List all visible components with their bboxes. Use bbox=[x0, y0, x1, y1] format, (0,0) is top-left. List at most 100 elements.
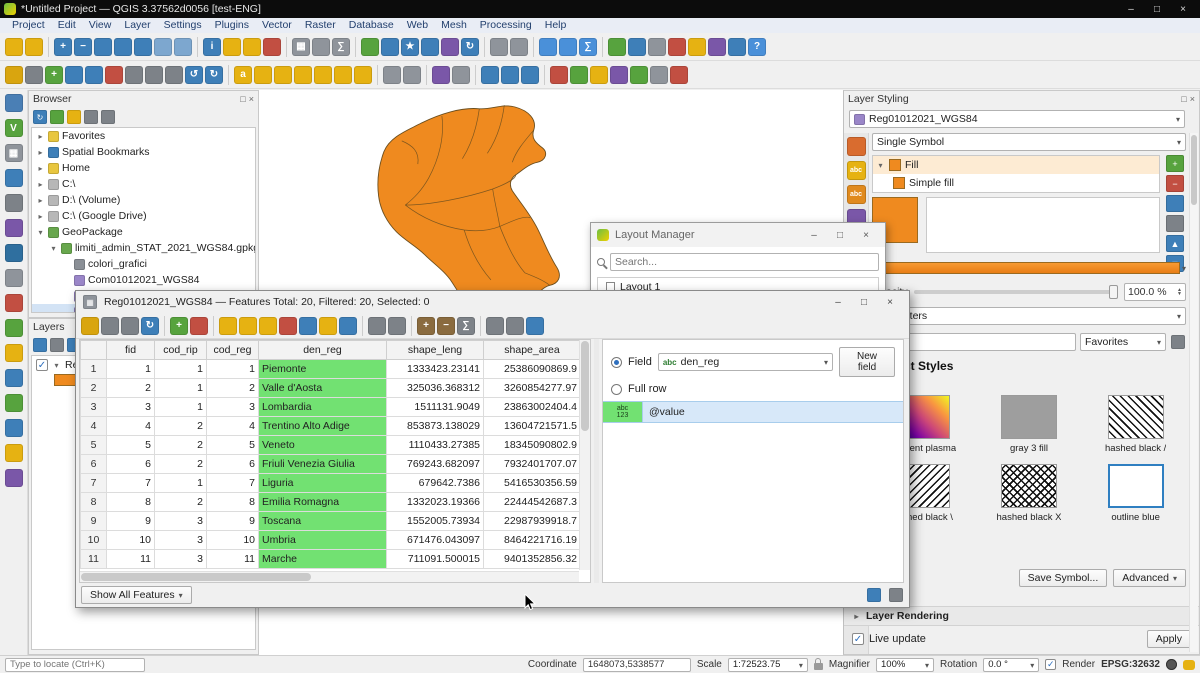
move-symbol-up-icon[interactable]: ▲ bbox=[1166, 235, 1184, 252]
add-feature-icon[interactable]: + bbox=[45, 66, 63, 84]
pan-map-icon[interactable] bbox=[5, 38, 23, 56]
crs-indicator[interactable]: EPSG:32632 bbox=[1101, 659, 1160, 670]
menu-plugins[interactable]: Plugins bbox=[209, 18, 255, 33]
column-header-cod-reg[interactable]: cod_reg bbox=[207, 341, 259, 360]
lock-symbol-color-icon[interactable] bbox=[1166, 215, 1184, 232]
plugin-manager-icon[interactable] bbox=[608, 38, 626, 56]
move-label-icon[interactable] bbox=[314, 66, 332, 84]
style-options-icon[interactable] bbox=[1171, 335, 1185, 349]
field-select[interactable]: abc den_reg bbox=[658, 353, 833, 371]
close-button-icon[interactable]: × bbox=[853, 226, 879, 244]
tracing-toggle-icon[interactable] bbox=[570, 66, 588, 84]
minimize-button-icon[interactable]: – bbox=[825, 293, 851, 311]
row-number[interactable]: 2 bbox=[81, 379, 107, 398]
save-symbol-button[interactable]: Save Symbol... bbox=[1019, 569, 1108, 587]
add-spatialite-layer-icon[interactable] bbox=[5, 219, 23, 237]
styling-scrollbar[interactable] bbox=[1189, 133, 1198, 652]
zoom-last-icon[interactable] bbox=[154, 38, 172, 56]
table-row[interactable]: 1111311Marche711091.5000159401352856.32 bbox=[81, 550, 581, 569]
add-selected-layers-icon[interactable] bbox=[50, 110, 64, 124]
browser-item-geopackage[interactable]: ▾GeoPackage bbox=[32, 224, 255, 240]
scrollbar-thumb[interactable] bbox=[581, 341, 589, 431]
live-update-checkbox[interactable]: ✓ bbox=[852, 633, 864, 645]
color-bar[interactable] bbox=[878, 262, 1180, 274]
select-all-icon[interactable] bbox=[239, 317, 257, 335]
python-console-icon[interactable] bbox=[628, 38, 646, 56]
menu-processing[interactable]: Processing bbox=[474, 18, 538, 33]
column-header-shape-leng[interactable]: shape_leng bbox=[387, 341, 484, 360]
scale-select[interactable]: 1:72523.75 bbox=[728, 658, 808, 672]
regions-polygon[interactable] bbox=[378, 106, 559, 315]
help-contents-icon[interactable]: ? bbox=[748, 38, 766, 56]
raster-calculator-icon[interactable] bbox=[650, 66, 668, 84]
deselect-all-icon[interactable] bbox=[279, 317, 297, 335]
browser-item-home[interactable]: ▸Home bbox=[32, 160, 255, 176]
add-virtual-layer-icon[interactable] bbox=[5, 319, 23, 337]
menu-settings[interactable]: Settings bbox=[158, 18, 208, 33]
check-geometries-icon[interactable] bbox=[590, 66, 608, 84]
field-radio[interactable] bbox=[611, 357, 622, 368]
select-by-expression-icon[interactable] bbox=[219, 317, 237, 335]
style-filter-select[interactable]: Favorites bbox=[1080, 333, 1166, 351]
splitter-handle[interactable] bbox=[594, 339, 599, 583]
maximize-button-icon[interactable]: □ bbox=[827, 226, 853, 244]
layer-rendering-section[interactable]: ▸ Layer Rendering bbox=[844, 606, 1199, 626]
table-row[interactable]: 6626Friuli Venezia Giulia769243.68209779… bbox=[81, 455, 581, 474]
reload-table-icon[interactable]: ↻ bbox=[141, 317, 159, 335]
zoom-to-selection-icon[interactable] bbox=[114, 38, 132, 56]
expander-icon[interactable]: ▸ bbox=[36, 148, 45, 157]
add-vector-layer-icon[interactable]: V bbox=[5, 119, 23, 137]
delete-selected-icon[interactable] bbox=[105, 66, 123, 84]
close-button-icon[interactable]: × bbox=[1170, 0, 1196, 18]
opacity-slider-handle[interactable] bbox=[1109, 285, 1118, 299]
filter-browser-icon[interactable] bbox=[67, 110, 81, 124]
browser-item-c-google-drive[interactable]: ▸C:\ (Google Drive) bbox=[32, 208, 255, 224]
labels-tab-icon[interactable]: abc bbox=[847, 161, 866, 180]
processing-toolbox-icon[interactable] bbox=[559, 38, 577, 56]
messages-icon[interactable] bbox=[1183, 660, 1195, 670]
caret-down-icon[interactable] bbox=[1182, 262, 1186, 274]
row-number[interactable]: 7 bbox=[81, 474, 107, 493]
renderer-select[interactable]: Single Symbol bbox=[872, 133, 1186, 151]
menu-view[interactable]: View bbox=[83, 18, 118, 33]
row-number[interactable]: 9 bbox=[81, 512, 107, 531]
table-actions-icon[interactable] bbox=[506, 317, 524, 335]
layer-diagram-icon[interactable] bbox=[254, 66, 272, 84]
text-annotation-icon[interactable] bbox=[383, 66, 401, 84]
select-by-expression-icon[interactable] bbox=[243, 38, 261, 56]
opacity-slider[interactable] bbox=[914, 290, 1118, 294]
add-delimited-text-layer-icon[interactable] bbox=[5, 194, 23, 212]
expander-icon[interactable]: ▾ bbox=[876, 161, 885, 170]
statistical-summary-icon[interactable]: ∑ bbox=[332, 38, 350, 56]
regular-polygon-icon[interactable] bbox=[521, 66, 539, 84]
redo-icon[interactable]: ↻ bbox=[205, 66, 223, 84]
crs-globe-icon[interactable] bbox=[1166, 659, 1177, 670]
maximize-button-icon[interactable]: □ bbox=[851, 293, 877, 311]
deselect-all-icon[interactable] bbox=[263, 38, 281, 56]
scrollbar-thumb[interactable] bbox=[81, 573, 311, 581]
conditional-formatting-icon[interactable] bbox=[486, 317, 504, 335]
delete-selected-features-icon[interactable] bbox=[190, 317, 208, 335]
table-row[interactable]: 3313Lombardia1511131.904923863002404.4 bbox=[81, 398, 581, 417]
close-button-icon[interactable]: × bbox=[877, 293, 903, 311]
row-number[interactable]: 8 bbox=[81, 493, 107, 512]
refresh-map-icon[interactable]: ↻ bbox=[461, 38, 479, 56]
profile-tool-icon[interactable] bbox=[728, 38, 746, 56]
add-symbol-layer-icon[interactable]: + bbox=[1166, 155, 1184, 172]
circle-2points-icon[interactable] bbox=[501, 66, 519, 84]
scrollbar-thumb[interactable] bbox=[1191, 135, 1197, 205]
add-group-icon[interactable] bbox=[50, 338, 64, 352]
undock-panel-icon[interactable]: □ bbox=[1181, 94, 1186, 104]
zoom-to-layer-icon[interactable] bbox=[134, 38, 152, 56]
table-row[interactable]: 7717Liguria679642.73865416530356.59 bbox=[81, 474, 581, 493]
layer-labeling-icon[interactable]: a bbox=[234, 66, 252, 84]
row-number[interactable]: 5 bbox=[81, 436, 107, 455]
browser-item-colori-grafici[interactable]: colori_grafici bbox=[32, 256, 255, 272]
save-layer-edits-icon[interactable] bbox=[25, 66, 43, 84]
save-edits-icon[interactable] bbox=[121, 317, 139, 335]
table-row[interactable]: 9939Toscana1552005.7393422987939918.7 bbox=[81, 512, 581, 531]
toggle-editing-icon[interactable] bbox=[5, 66, 23, 84]
refresh-browser-icon[interactable]: ↻ bbox=[33, 110, 47, 124]
spin-arrows-icon[interactable]: ▲▼ bbox=[1177, 288, 1182, 296]
open-layer-styling-icon[interactable] bbox=[33, 338, 47, 352]
